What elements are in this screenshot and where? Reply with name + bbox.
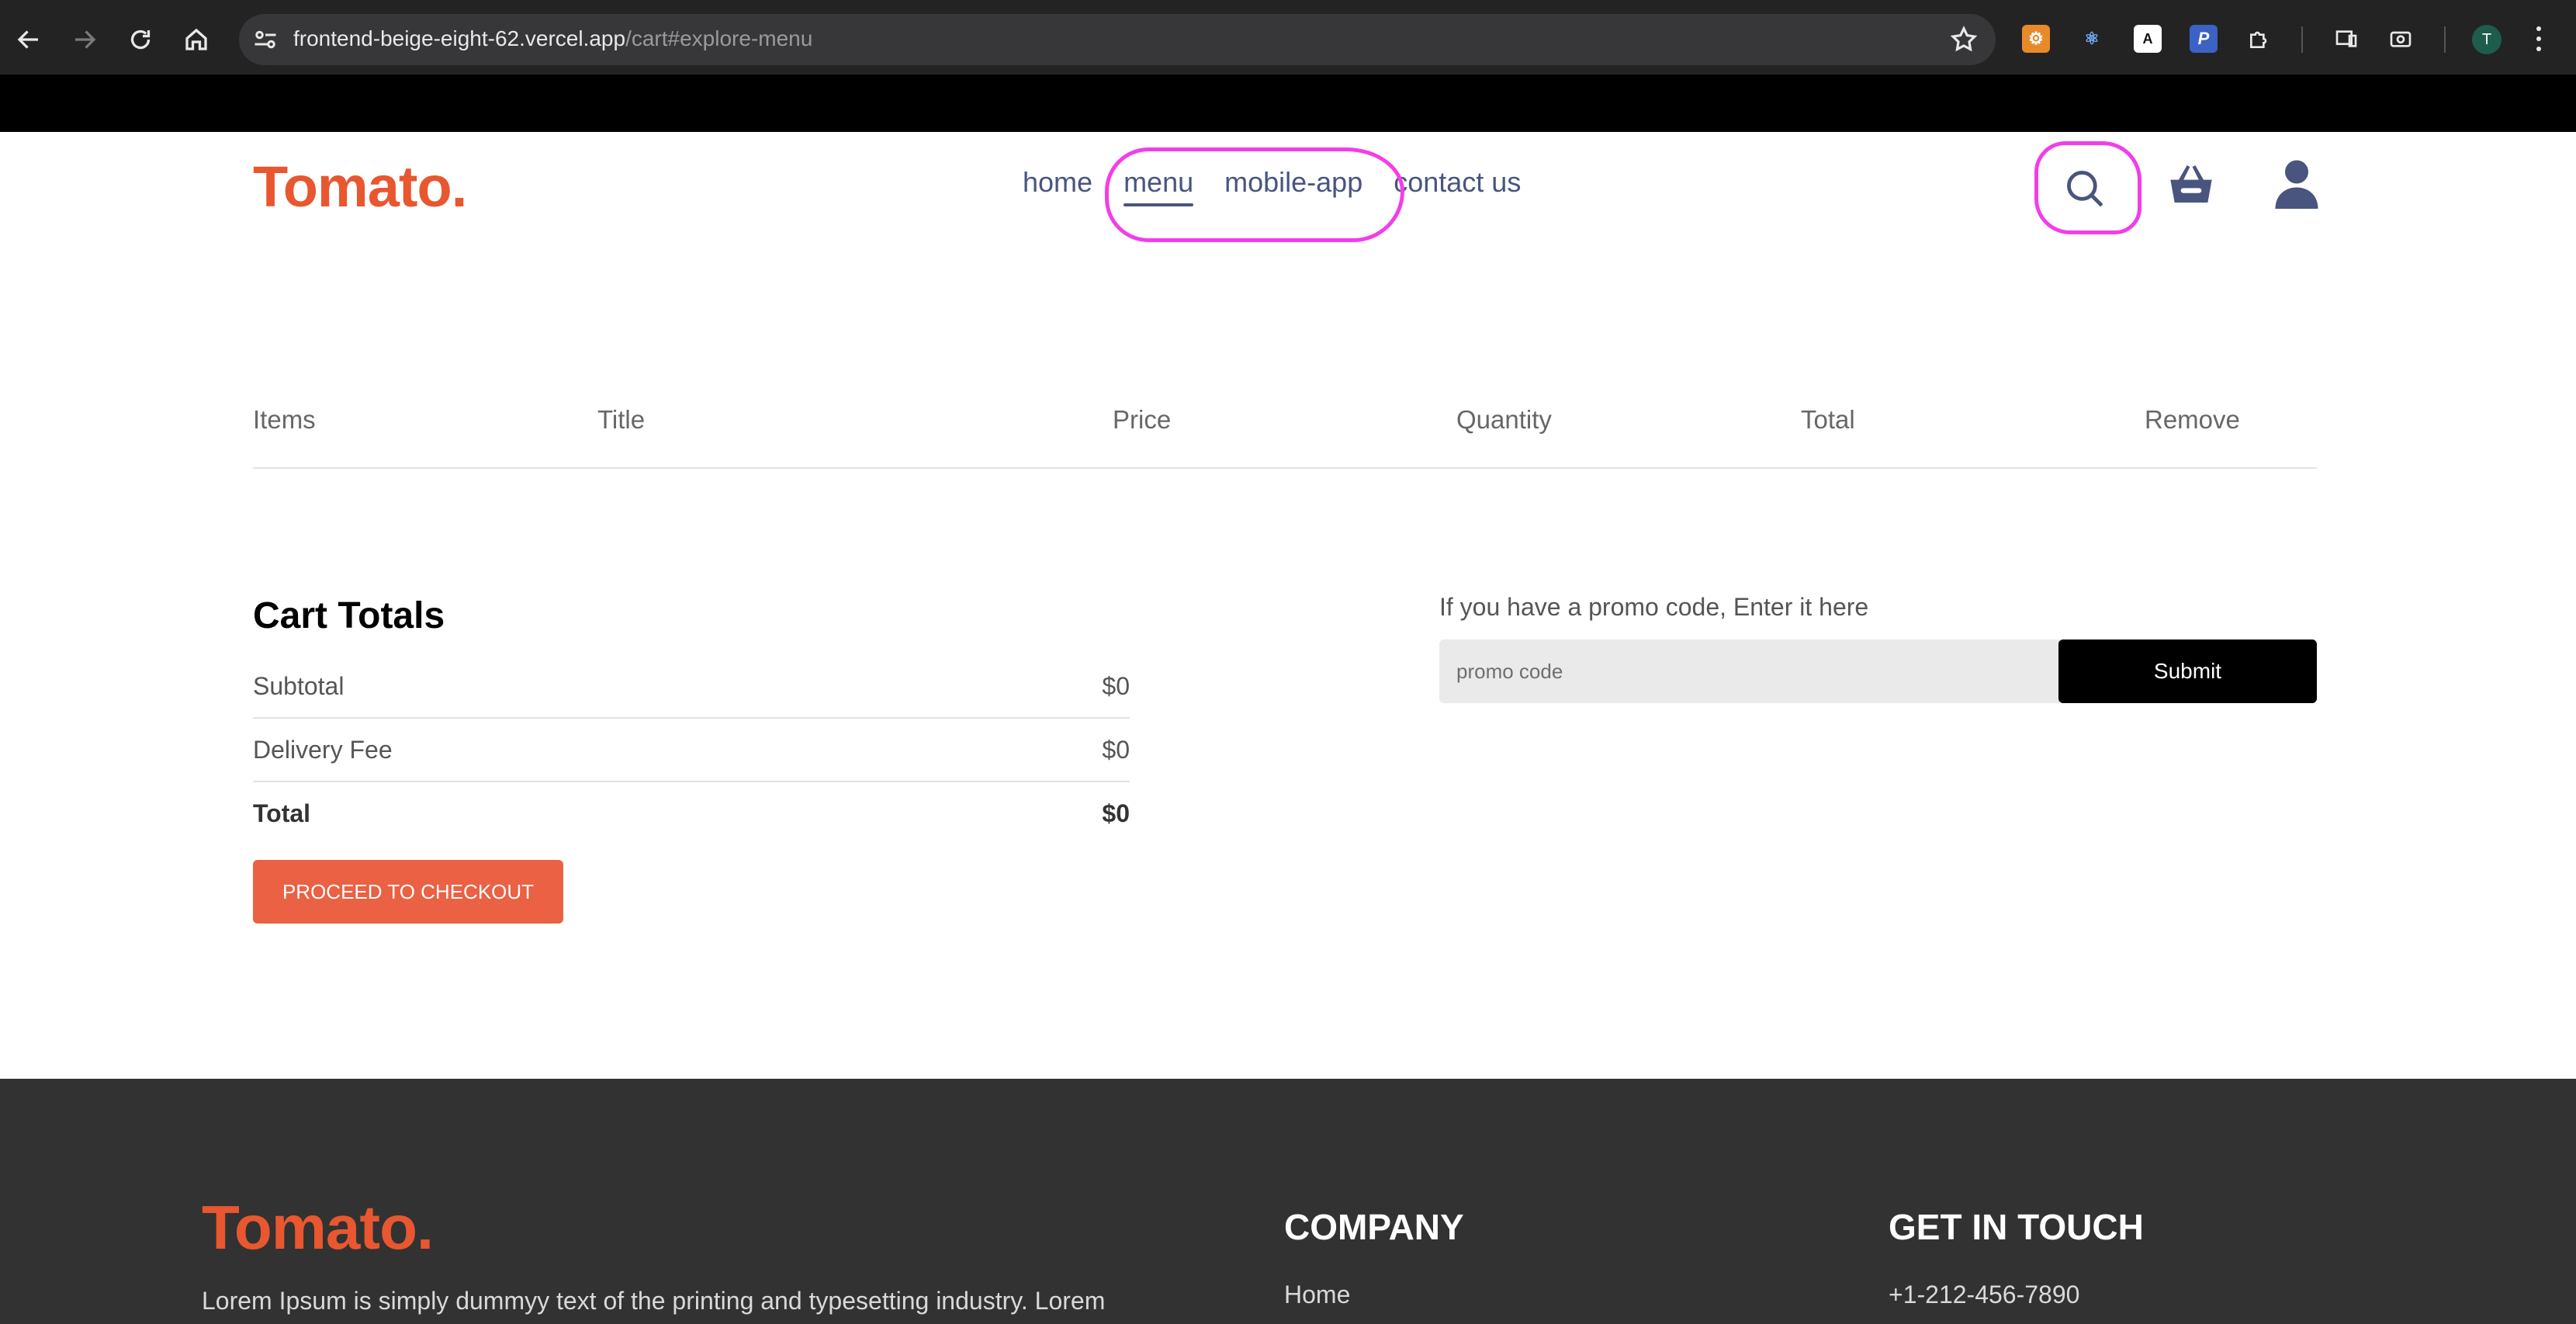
total-label: Total [253, 799, 311, 827]
nav-home[interactable]: home [1023, 166, 1092, 199]
promo-code-input[interactable] [1439, 639, 2060, 703]
footer-description: Lorem Ipsum is simply dummyy text of the… [202, 1287, 1106, 1315]
address-bar[interactable]: frontend-beige-eight-62.vercel.app/cart#… [239, 14, 1996, 65]
tab-search-icon[interactable] [2332, 25, 2360, 53]
reload-icon[interactable] [121, 20, 160, 59]
cart-header-items: Items [253, 405, 316, 434]
cart-header-quantity: Quantity [1456, 405, 1552, 434]
basket-icon[interactable] [2166, 158, 2216, 210]
cart-header-remove: Remove [2145, 405, 2240, 434]
url-text: frontend-beige-eight-62.vercel.app/cart#… [293, 26, 813, 50]
profile-avatar[interactable]: T [2472, 25, 2502, 54]
cart-header-divider [253, 467, 2317, 469]
bookmark-star-icon[interactable] [1949, 25, 1979, 54]
totals-divider [253, 717, 1130, 719]
promo-code-label: If you have a promo code, Enter it here [1439, 593, 1869, 621]
annotation-stroke [1145, 239, 1173, 241]
search-icon[interactable] [2062, 166, 2107, 211]
annotation-highlight-nav [1105, 147, 1404, 242]
subtotal-value: $0 [1102, 672, 1130, 700]
delivery-fee-value: $0 [1102, 736, 1130, 764]
delivery-fee-label: Delivery Fee [253, 736, 393, 764]
back-arrow-icon[interactable] [9, 20, 48, 59]
cart-header-title: Title [597, 405, 646, 434]
nav-contact-us[interactable]: contact us [1394, 166, 1521, 199]
extension-p-icon[interactable]: P [2190, 25, 2218, 53]
footer-logo: Tomato. [202, 1193, 434, 1262]
site-settings-icon[interactable] [251, 26, 279, 54]
top-banner [0, 75, 2576, 132]
extension-a-icon[interactable]: A [2134, 25, 2162, 53]
totals-divider [253, 781, 1130, 782]
react-devtools-icon[interactable]: ⚛ [2078, 25, 2106, 53]
footer-company-heading: COMPANY [1284, 1207, 1464, 1247]
promo-submit-button[interactable]: Submit [2058, 639, 2317, 703]
footer-link-home[interactable]: Home [1284, 1281, 1350, 1309]
toolbar-divider [2444, 26, 2446, 53]
cart-header-price: Price [1113, 405, 1172, 434]
extension-orange-icon[interactable]: ⚙ [2022, 25, 2050, 53]
forward-arrow-icon[interactable] [65, 20, 104, 59]
browser-menu-icon[interactable] [2531, 23, 2547, 54]
footer-contact-heading: GET IN TOUCH [1889, 1207, 2144, 1247]
home-icon[interactable] [177, 20, 216, 59]
screenshot-icon[interactable] [2387, 25, 2415, 53]
site-logo[interactable]: Tomato. [253, 152, 467, 222]
total-value: $0 [1102, 799, 1130, 827]
cart-totals-title: Cart Totals [253, 595, 445, 636]
subtotal-label: Subtotal [253, 672, 345, 700]
proceed-to-checkout-button[interactable]: PROCEED TO CHECKOUT [253, 860, 563, 924]
footer-phone: +1-212-456-7890 [1889, 1281, 2080, 1308]
user-profile-icon[interactable] [2273, 158, 2320, 213]
toolbar-divider [2301, 26, 2303, 53]
puzzle-icon[interactable] [2245, 25, 2273, 53]
browser-toolbar: frontend-beige-eight-62.vercel.app/cart#… [0, 0, 2576, 75]
cart-header-total: Total [1801, 405, 1855, 434]
